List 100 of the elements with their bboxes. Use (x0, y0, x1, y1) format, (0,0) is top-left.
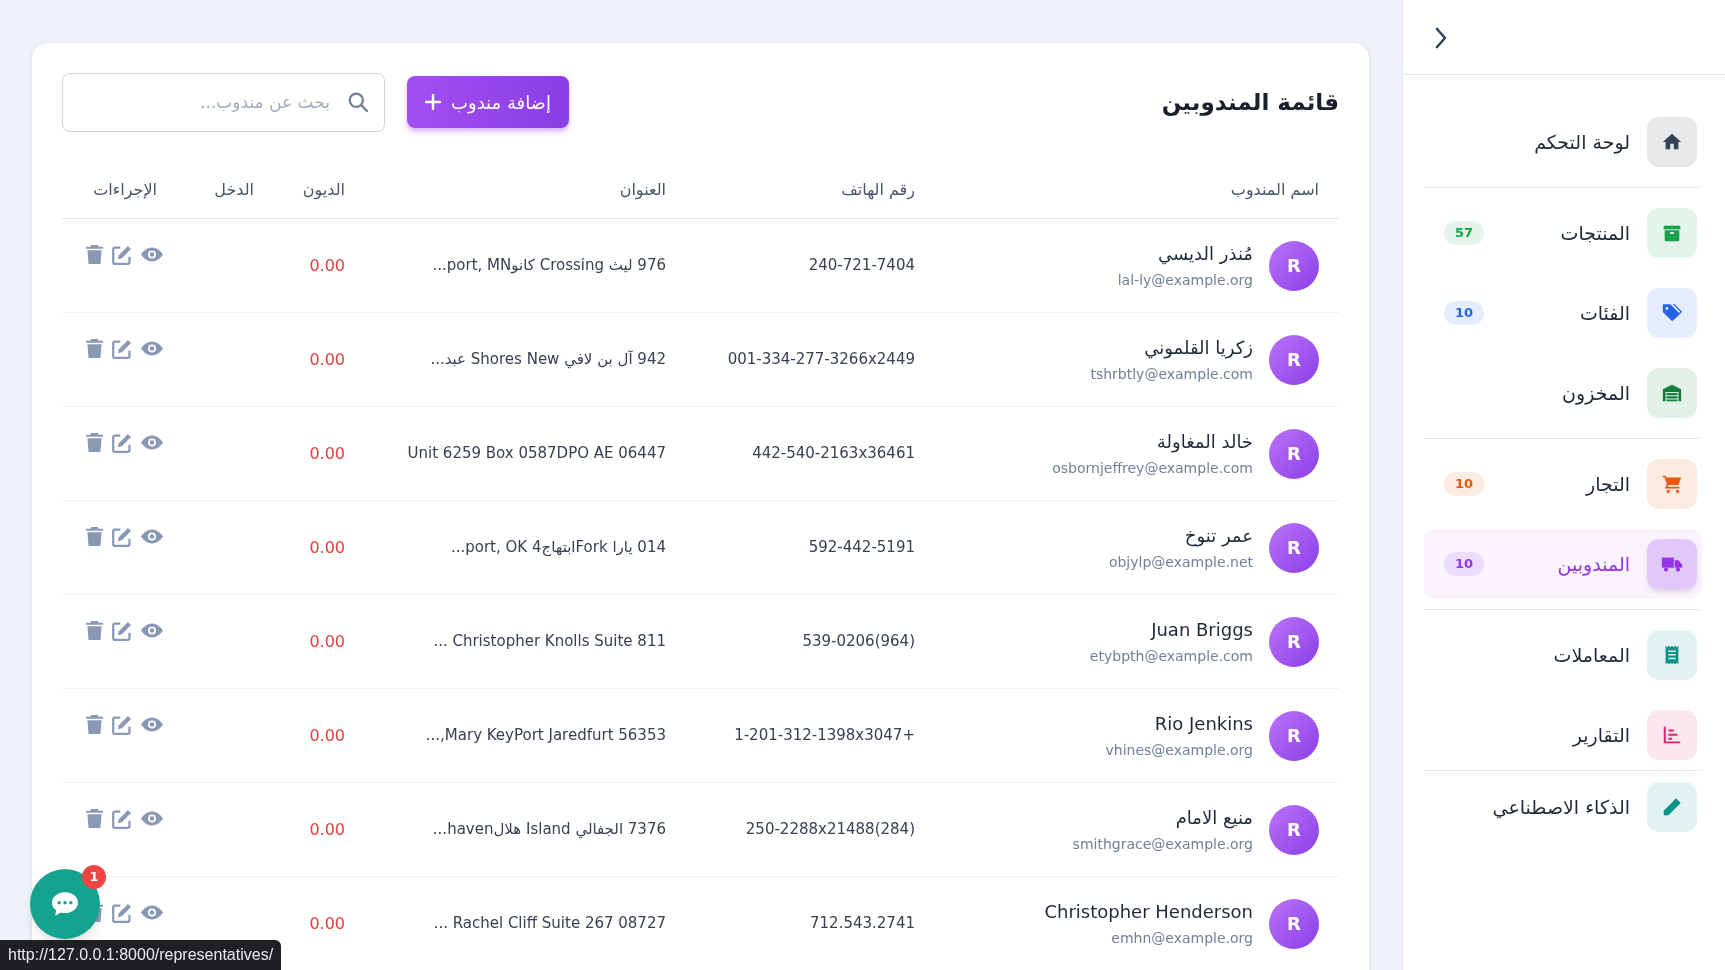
eye-icon[interactable] (141, 247, 163, 262)
debt-amount: 0.00 (309, 630, 345, 653)
avatar: R (1269, 804, 1319, 855)
email-text: objylp@example.net (1108, 553, 1253, 572)
column-header: الدخل (214, 179, 254, 201)
status-url: http://127.0.0.1:8000/representatives/ (0, 940, 282, 970)
sidebar-item-label: المنتجات (1560, 220, 1630, 246)
address-text: 942 آل بن لافي Shores New عبد... (430, 349, 666, 371)
phone-number: (964)539-0206 (802, 631, 915, 653)
debt-amount: 0.00 (309, 724, 345, 747)
sidebar-item-label: المندوبين (1557, 551, 1630, 578)
sidebar-toggle-button[interactable] (1435, 27, 1447, 49)
edit-icon[interactable] (112, 526, 132, 547)
edit-icon[interactable] (112, 620, 132, 641)
phone-number: 442-540-2163x36461 (752, 443, 915, 465)
sidebar-item-label: التجار (1585, 471, 1630, 498)
column-header: الديون (302, 179, 345, 202)
avatar: R (1269, 240, 1319, 291)
representative-name: مُنذر الديسي (1158, 242, 1253, 267)
chat-bubble-icon (52, 892, 78, 916)
column-header: رقم الهاتف (841, 179, 915, 202)
column-header: الإجراءات (93, 179, 157, 202)
edit-icon[interactable] (112, 902, 132, 923)
phone-number: +1-201-312-1398x3047 (734, 725, 915, 747)
column-header: العنوان (619, 179, 666, 202)
eye-icon[interactable] (141, 623, 163, 638)
trash-icon[interactable] (86, 527, 103, 546)
sidebar-item-label: المخزون (1562, 380, 1630, 407)
sidebar-item[interactable]: التقارير (1424, 700, 1702, 770)
phone-number: 712.543.2741 (810, 913, 915, 935)
address-text: 014 يارا Forkابتهاج4 port, OK... (450, 537, 666, 559)
avatar: R (1269, 334, 1319, 385)
eye-icon[interactable] (141, 811, 163, 826)
trash-icon[interactable] (86, 339, 103, 358)
avatar: R (1269, 898, 1319, 949)
count-badge: 57 (1444, 221, 1485, 245)
representative-name: عمر تنوخ (1184, 524, 1253, 549)
phone-number: 001-334-277-3266x2449 (727, 349, 915, 371)
chevron-right-icon (1435, 27, 1447, 49)
sidebar-item-label: لوحة التحكم (1534, 129, 1630, 156)
avatar: R (1269, 522, 1319, 573)
sidebar-item-label: المعاملات (1553, 642, 1630, 668)
search-field[interactable]: بحث عن مندوب... (62, 72, 385, 132)
address-text: Christopher Knolls Suite 811 ... (433, 631, 666, 653)
debt-amount: 0.00 (309, 818, 345, 841)
debt-amount: 0.00 (309, 348, 345, 371)
trash-icon[interactable] (86, 621, 103, 640)
sidebar-item[interactable]: المخزون (1424, 358, 1702, 428)
count-badge: 10 (1444, 552, 1485, 576)
sidebar-item[interactable]: الذكاء الاصطناعي (1424, 772, 1702, 842)
eye-icon[interactable] (141, 435, 163, 450)
representative-name: زكريا القلموني (1144, 336, 1253, 361)
page-title: قائمة المندوبين (1161, 87, 1339, 118)
search-icon (348, 91, 368, 112)
representative-name: Christopher Henderson (1044, 900, 1253, 924)
edit-icon[interactable] (112, 714, 132, 735)
email-text: vhines@example.org (1105, 741, 1253, 760)
avatar: R (1269, 616, 1319, 667)
avatar: R (1269, 428, 1319, 479)
column-header: اسم المندوب (1230, 179, 1319, 201)
sidebar-item[interactable]: لوحة التحكم (1424, 107, 1702, 177)
trash-icon[interactable] (86, 245, 103, 264)
edit-icon[interactable] (112, 338, 132, 359)
address-text: 7376 الجفالي Island هلالhaven... (432, 819, 666, 841)
sidebar-item-label: الذكاء الاصطناعي (1492, 794, 1630, 821)
phone-number: 240-721-7404 (808, 255, 915, 277)
address-text: 976 ليث Crossing كانوport, MN... (432, 255, 666, 277)
count-badge: 10 (1444, 472, 1485, 496)
address-text: Mary KeyPort Jaredfurt 56353,... (425, 725, 666, 747)
representative-name: Rio Jenkins (1154, 712, 1253, 736)
eye-icon[interactable] (141, 905, 163, 920)
sidebar-item-label: التقارير (1572, 722, 1630, 749)
eye-icon[interactable] (141, 717, 163, 732)
debt-amount: 0.00 (309, 912, 345, 935)
representative-name: منيع الامام (1175, 806, 1253, 831)
representative-name: خالد المغاولة (1156, 430, 1253, 455)
email-text: smithgrace@example.org (1072, 835, 1253, 854)
address-text: Rachel Cliff Suite 267 08727 ... (433, 913, 666, 935)
phone-number: (284)250-2288x21488 (745, 819, 915, 841)
eye-icon[interactable] (141, 341, 163, 356)
trash-icon[interactable] (86, 433, 103, 452)
email-text: osbornjeffrey@example.com (1052, 459, 1253, 478)
edit-icon[interactable] (112, 432, 132, 453)
sidebar-item-label: الفئات (1579, 300, 1630, 326)
address-text: Unit 6259 Box 0587DPO AE 06447 (407, 443, 666, 465)
debt-amount: 0.00 (309, 254, 345, 277)
trash-icon[interactable] (86, 809, 103, 828)
representative-name: Juan Briggs (1151, 618, 1253, 642)
avatar: R (1269, 710, 1319, 761)
phone-number: 592-442-5191 (808, 537, 915, 559)
eye-icon[interactable] (141, 529, 163, 544)
count-badge: 10 (1444, 301, 1485, 325)
sidebar-item[interactable]: المعاملات (1424, 620, 1702, 690)
debt-amount: 0.00 (309, 442, 345, 465)
email-text: tshrbtly@example.com (1090, 365, 1253, 384)
edit-icon[interactable] (112, 244, 132, 265)
edit-icon[interactable] (112, 808, 132, 829)
add-representative-button[interactable]: إضافة مندوب (407, 76, 569, 128)
email-text: emhn@example.org (1111, 929, 1253, 948)
trash-icon[interactable] (86, 715, 103, 734)
